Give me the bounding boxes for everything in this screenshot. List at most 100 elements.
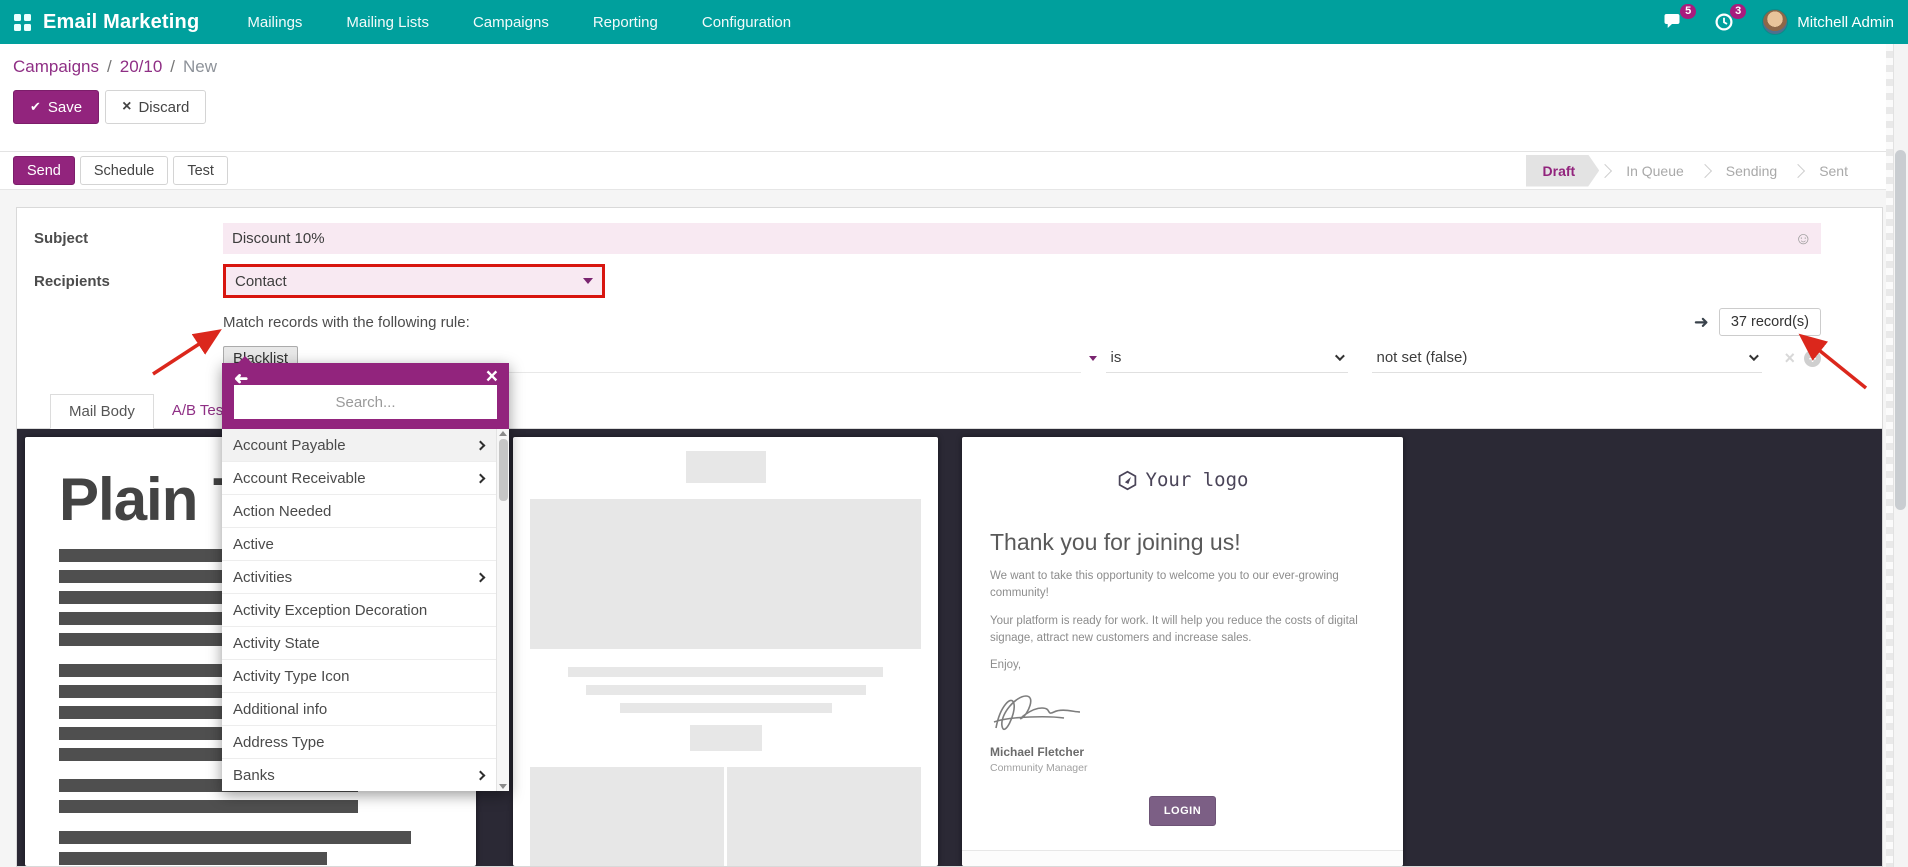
theme-card-welcome[interactable]: Your logo Thank you for joining us! We w… <box>962 437 1403 866</box>
user-name: Mitchell Admin <box>1797 14 1894 31</box>
chevron-right-icon <box>476 572 486 582</box>
status-step-in-queue[interactable]: In Queue <box>1611 155 1699 187</box>
popover-header: ➜ × <box>222 363 509 429</box>
text-line-bar <box>59 800 358 813</box>
field-option-activity-state[interactable]: Activity State <box>222 627 496 660</box>
rule-value-select[interactable]: not set (false) <box>1372 343 1762 373</box>
statusbar: Draft In Queue Sending Sent <box>1526 155 1863 187</box>
chevron-right-icon <box>476 440 486 450</box>
avatar <box>1762 9 1788 35</box>
scroll-up-icon[interactable] <box>499 431 507 436</box>
breadcrumb-item-campaigns[interactable]: Campaigns <box>13 57 99 77</box>
scroll-down-icon[interactable] <box>499 784 507 789</box>
rule-value-text: not set (false) <box>1376 349 1467 366</box>
login-button[interactable]: LOGIN <box>1149 796 1216 826</box>
dropdown-caret-icon <box>583 278 593 284</box>
records-group: ➜ 37 record(s) <box>1694 308 1821 336</box>
rule-actions: × + <box>1784 348 1821 369</box>
field-option-banks[interactable]: Banks <box>222 759 496 791</box>
field-option-label: Account Payable <box>233 437 346 454</box>
field-option-account-receivable[interactable]: Account Receivable <box>222 462 496 495</box>
send-button[interactable]: Send <box>13 156 75 185</box>
emoji-picker-icon[interactable]: ☺ <box>1795 229 1812 249</box>
statusbar-separator <box>1698 163 1712 177</box>
add-rule-icon[interactable]: + <box>1804 350 1821 367</box>
field-option-additional-info[interactable]: Additional info <box>222 693 496 726</box>
navbar-menu: Mailings Mailing Lists Campaigns Reporting C… <box>247 14 791 31</box>
recipients-label: Recipients <box>34 273 223 290</box>
subject-value: Discount 10% <box>232 230 325 247</box>
subject-row: Subject Discount 10% ☺ <box>34 223 1821 254</box>
field-option-activity-exception-decoration[interactable]: Activity Exception Decoration <box>222 594 496 627</box>
field-option-activity-type-icon[interactable]: Activity Type Icon <box>222 660 496 693</box>
field-option-activities[interactable]: Activities <box>222 561 496 594</box>
page-scrollbar-thumb[interactable] <box>1895 150 1906 510</box>
breadcrumb-separator: / <box>170 57 175 77</box>
field-option-label: Activity Type Icon <box>233 668 349 685</box>
back-arrow-icon[interactable]: ➜ <box>234 369 248 389</box>
tab-mail-body[interactable]: Mail Body <box>50 394 154 429</box>
signer-role: Community Manager <box>990 762 1375 774</box>
field-option-action-needed[interactable]: Action Needed <box>222 495 496 528</box>
records-count-button[interactable]: 37 record(s) <box>1719 308 1821 336</box>
field-search-input[interactable] <box>234 385 497 419</box>
app-brand[interactable]: Email Marketing <box>43 11 199 34</box>
navbar-right: 5 3 Mitchell Admin <box>1662 9 1908 35</box>
field-option-label: Activity Exception Decoration <box>233 602 427 619</box>
delete-rule-icon[interactable]: × <box>1784 348 1795 369</box>
chevron-right-icon <box>476 770 486 780</box>
field-option-label: Activities <box>233 569 292 586</box>
recipients-select[interactable]: Contact <box>223 264 605 298</box>
discard-button[interactable]: ×Discard <box>105 90 206 124</box>
close-icon[interactable]: × <box>486 365 498 389</box>
theme-card-placeholder[interactable] <box>513 437 938 866</box>
chevron-right-icon <box>476 473 486 483</box>
field-option-label: Account Receivable <box>233 470 366 487</box>
hexagon-logo-icon <box>1117 470 1138 491</box>
field-option-account-payable[interactable]: Account Payable <box>222 429 496 462</box>
messages-badge: 5 <box>1680 4 1696 19</box>
field-option-address-type[interactable]: Address Type <box>222 726 496 759</box>
rule-intro-text: Match records with the following rule: <box>223 314 470 331</box>
status-step-draft[interactable]: Draft <box>1526 155 1600 187</box>
scrollbar-thumb[interactable] <box>499 439 508 501</box>
placeholder-column-block <box>530 767 724 866</box>
placeholder-text-line <box>620 703 832 713</box>
placeholder-logo-block <box>686 451 766 483</box>
popover-pointer <box>238 356 252 363</box>
control-panel: Campaigns/20/10/New ✔Save ×Discard <box>0 44 1886 152</box>
popover-scrollbar[interactable] <box>496 429 509 791</box>
test-button[interactable]: Test <box>173 156 228 185</box>
schedule-button[interactable]: Schedule <box>80 156 168 185</box>
template-footer: YourCompany fG+in Unsubscribe|Contact © … <box>962 850 1403 866</box>
field-option-label: Activity State <box>233 635 320 652</box>
breadcrumb-item-20-10[interactable]: 20/10 <box>120 57 163 77</box>
status-step-sent[interactable]: Sent <box>1804 155 1863 187</box>
recipients-row: Recipients Contact <box>34 264 1821 298</box>
nav-item-campaigns[interactable]: Campaigns <box>473 14 549 31</box>
status-step-sending[interactable]: Sending <box>1711 155 1792 187</box>
text-line-bar <box>59 831 411 844</box>
close-icon: × <box>122 98 131 116</box>
nav-item-mailings[interactable]: Mailings <box>247 14 302 31</box>
nav-item-configuration[interactable]: Configuration <box>702 14 791 31</box>
rule-operator-select[interactable]: is <box>1106 343 1348 373</box>
text-line-bar <box>59 852 327 865</box>
save-button[interactable]: ✔Save <box>13 90 99 124</box>
field-option-label: Address Type <box>233 734 324 751</box>
placeholder-text-line <box>568 667 883 677</box>
placeholder-hero-block <box>530 499 921 649</box>
apps-grid-icon[interactable] <box>14 14 31 31</box>
nav-item-mailing-lists[interactable]: Mailing Lists <box>346 14 429 31</box>
rule-node-caret-icon[interactable] <box>1089 356 1097 361</box>
placeholder-columns <box>530 767 921 866</box>
records-arrow-icon: ➜ <box>1694 312 1709 333</box>
breadcrumb: Campaigns/20/10/New <box>13 57 1886 77</box>
messages-icon[interactable]: 5 <box>1662 11 1686 33</box>
user-menu[interactable]: Mitchell Admin <box>1762 9 1894 35</box>
field-option-active[interactable]: Active <box>222 528 496 561</box>
subject-input[interactable]: Discount 10% ☺ <box>223 223 1821 254</box>
nav-item-reporting[interactable]: Reporting <box>593 14 658 31</box>
activities-icon[interactable]: 3 <box>1712 11 1736 33</box>
template-logo-text: Your logo <box>1146 469 1249 491</box>
